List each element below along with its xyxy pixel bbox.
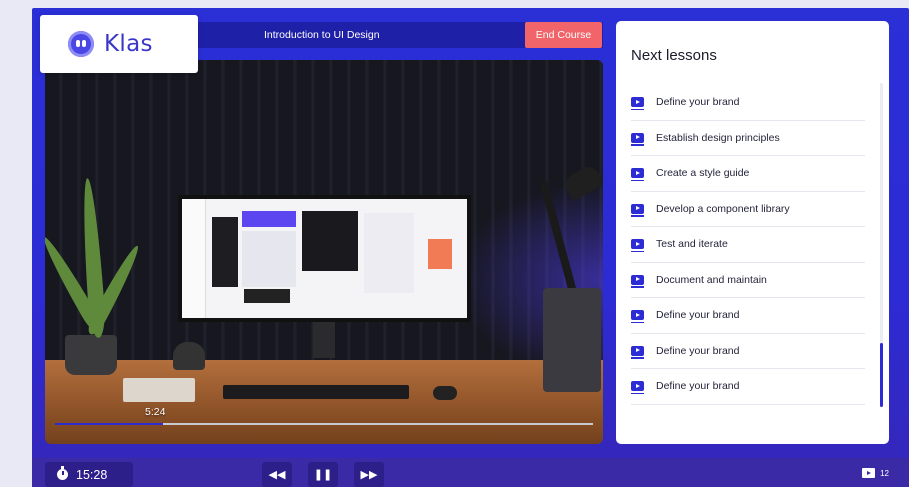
course-header: Introduction to UI Design End Course [198, 22, 603, 48]
lesson-label: Create a style guide [656, 167, 750, 180]
timer: 15:28 [45, 462, 133, 487]
lesson-item[interactable]: Define your brand [631, 298, 865, 334]
lesson-item[interactable]: Test and iterate [631, 227, 865, 263]
video-player[interactable]: 5:24 [45, 60, 603, 444]
play-video-icon [631, 345, 644, 359]
lesson-item[interactable]: Document and maintain [631, 263, 865, 298]
pause-button[interactable]: ❚❚ [308, 462, 338, 487]
lesson-label: Establish design principles [656, 131, 780, 144]
video-scene-desk [45, 360, 603, 444]
play-video-icon [631, 132, 644, 146]
progress-track[interactable] [55, 423, 593, 425]
end-course-button[interactable]: End Course [525, 22, 602, 48]
lesson-item[interactable]: Establish design principles [631, 121, 865, 156]
play-video-icon [631, 239, 644, 253]
video-scene-plant [65, 335, 117, 375]
play-video-icon [631, 97, 644, 111]
play-video-icon [631, 168, 644, 182]
play-video-icon [631, 381, 644, 395]
lesson-item[interactable]: Define your brand [631, 334, 865, 369]
lesson-scrollbar[interactable] [880, 83, 883, 407]
course-title: Introduction to UI Design [264, 29, 380, 41]
video-scene-monitor [178, 195, 471, 322]
play-video-icon [631, 203, 644, 217]
lesson-label: Test and iterate [656, 238, 728, 251]
lesson-label: Develop a component library [656, 202, 790, 215]
next-lessons-panel: Next lessons Define your brand Establish … [616, 21, 889, 444]
play-video-icon [631, 274, 644, 288]
lesson-label: Define your brand [656, 309, 740, 322]
lesson-list: Define your brand Establish design princi… [631, 85, 865, 405]
lesson-label: Define your brand [656, 96, 740, 109]
fast-forward-button[interactable]: ▶▶ [354, 462, 384, 487]
stopwatch-icon [57, 466, 68, 480]
brand-name: Klas [104, 31, 153, 57]
progress-fill [55, 423, 163, 425]
next-lessons-title: Next lessons [631, 47, 717, 64]
lesson-item[interactable]: Create a style guide [631, 156, 865, 192]
lesson-label: Define your brand [656, 344, 740, 357]
rewind-button[interactable]: ◀◀ [262, 462, 292, 487]
lesson-item[interactable]: Define your brand [631, 369, 865, 405]
lesson-count-value: 12 [880, 468, 889, 478]
current-time-label: 5:24 [145, 406, 166, 418]
klas-logo-icon [68, 31, 94, 57]
lesson-label: Define your brand [656, 380, 740, 393]
brand-logo[interactable]: Klas [40, 15, 198, 73]
lesson-count[interactable]: 12 [862, 468, 889, 478]
lesson-item[interactable]: Define your brand [631, 85, 865, 121]
play-video-icon [631, 310, 644, 324]
lesson-label: Document and maintain [656, 273, 767, 286]
player-controls-bar: 15:28 ◀◀ ❚❚ ▶▶ 12 [32, 458, 909, 487]
video-lessons-icon [862, 468, 876, 478]
timer-value: 15:28 [76, 467, 108, 482]
lesson-item[interactable]: Develop a component library [631, 192, 865, 227]
lesson-scrollbar-thumb[interactable] [880, 343, 883, 407]
